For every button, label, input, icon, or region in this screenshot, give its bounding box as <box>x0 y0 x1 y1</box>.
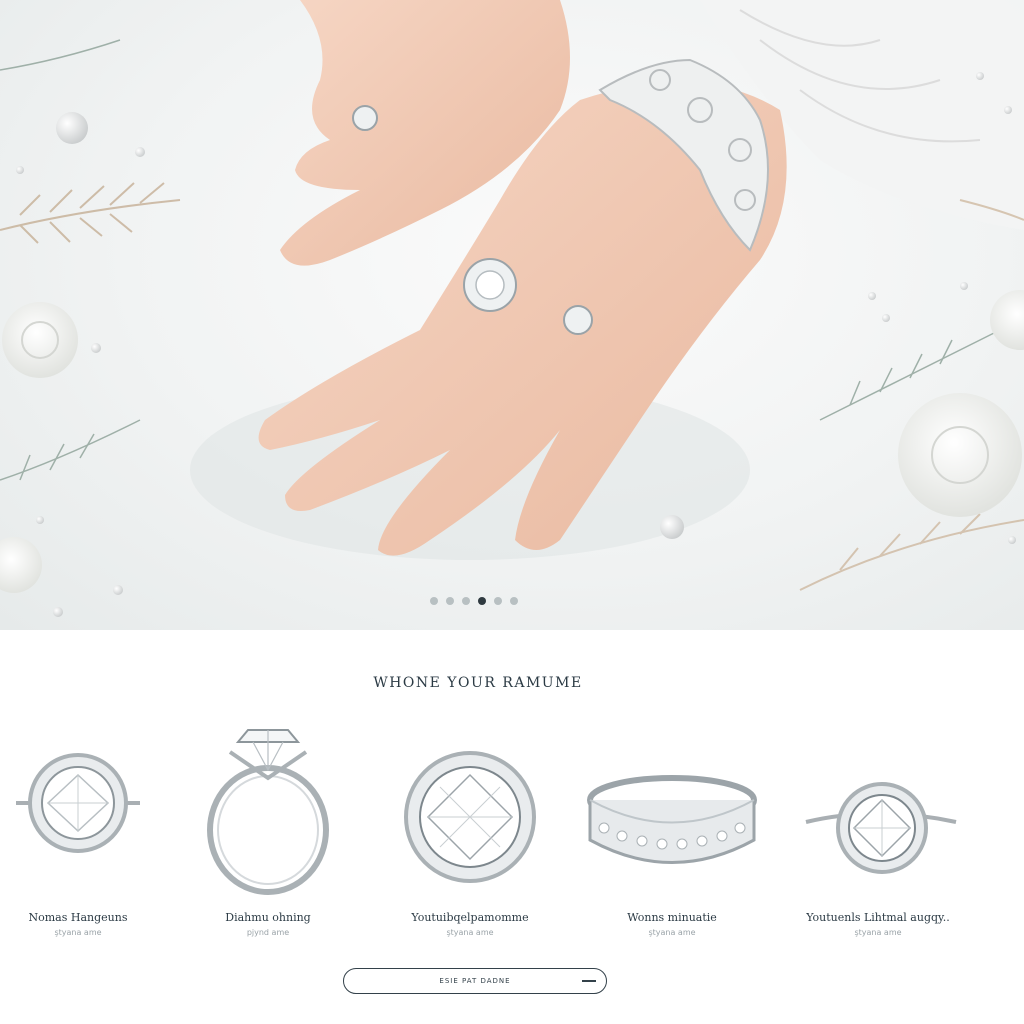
eternity-band-icon <box>587 775 757 864</box>
halo-round-ring-icon <box>16 753 140 853</box>
product-card[interactable]: Diahmu ohning pjynd ame <box>168 700 368 937</box>
carousel-dot[interactable] <box>494 597 502 605</box>
carousel-dot-active[interactable] <box>478 597 486 605</box>
view-all-button[interactable]: ESIE PAT DADNE <box>343 968 607 994</box>
product-card[interactable]: Youtuibqelpamomme ştyana ame <box>370 700 570 937</box>
carousel-dot[interactable] <box>446 597 454 605</box>
product-name: Youtuibqelpamomme <box>411 911 529 924</box>
carousel-dot[interactable] <box>462 597 470 605</box>
product-subtitle: ştyana ame <box>54 928 102 937</box>
product-name: Wonns minuatie <box>627 911 717 924</box>
hero-image <box>0 0 1024 617</box>
product-subtitle: ştyana ame <box>854 928 902 937</box>
product-card[interactable]: Wonns minuatie ştyana ame <box>572 700 772 937</box>
solitaire-pave-ring-icon <box>805 782 957 874</box>
view-all-label: ESIE PAT DADNE <box>439 977 511 985</box>
product-subtitle: ştyana ame <box>648 928 696 937</box>
carousel-dot[interactable] <box>510 597 518 605</box>
collection-title: WHONE YOUR RAMUME <box>373 675 583 691</box>
product-name: Diahmu ohning <box>225 911 311 924</box>
product-subtitle: ştyana ame <box>446 928 494 937</box>
cathedral-solitaire-ring-icon <box>207 729 329 895</box>
product-name: Youtuenls Lihtmal augqy.. <box>806 911 950 924</box>
carousel-dots <box>430 597 518 605</box>
arrow-right-icon <box>582 980 596 982</box>
carousel-dot[interactable] <box>430 597 438 605</box>
round-halo-diamond-icon <box>404 751 536 883</box>
product-card[interactable]: Youtuenls Lihtmal augqy.. ştyana ame <box>778 700 978 937</box>
product-name: Nomas Hangeuns <box>28 911 128 924</box>
product-subtitle: pjynd ame <box>246 928 290 937</box>
hero-banner <box>0 0 1024 630</box>
product-card[interactable]: Nomas Hangeuns ştyana ame <box>0 700 178 937</box>
